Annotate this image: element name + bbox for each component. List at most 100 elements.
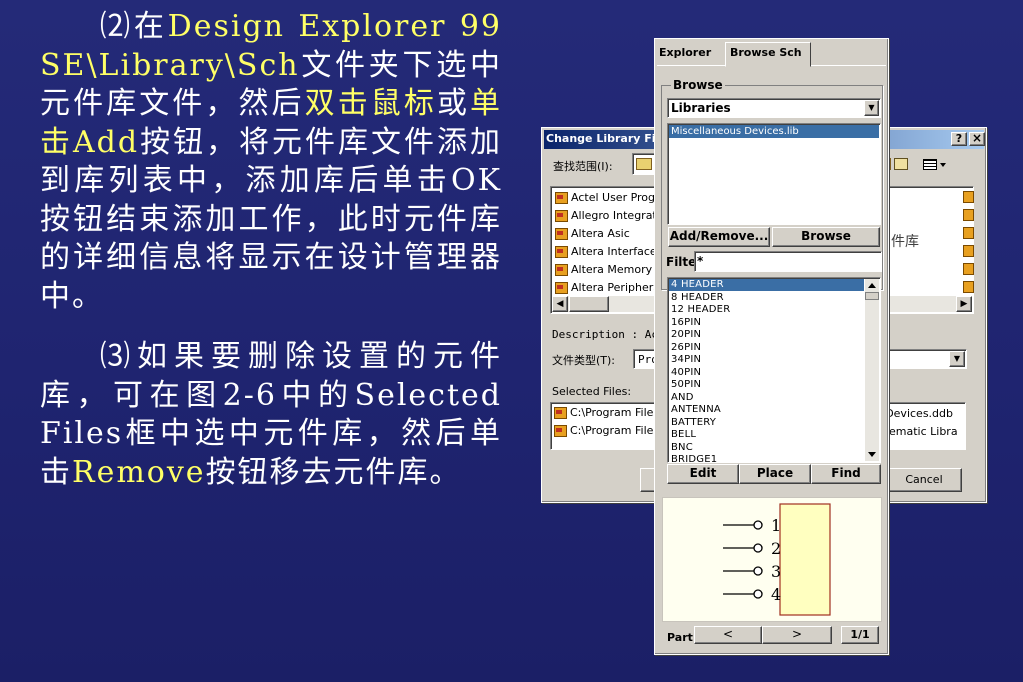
place-button[interactable]: Place bbox=[739, 464, 811, 484]
slide-text: ⑵在Design Explorer 99 SE\Library\Sch文件夹下选… bbox=[40, 8, 502, 492]
highlight-remove: Remove bbox=[72, 454, 206, 490]
selected-file-item[interactable]: C:\Program Files\ bbox=[553, 406, 663, 419]
library-icon bbox=[962, 280, 974, 293]
library-icon bbox=[554, 191, 568, 204]
view-menu-icon[interactable] bbox=[923, 159, 937, 170]
library-list-item-label: Miscellaneous Devices.lib bbox=[671, 126, 799, 137]
selected-files-label: Selected Files: bbox=[552, 385, 632, 398]
part-page-indicator: 1/1 bbox=[841, 626, 879, 644]
close-button[interactable]: × bbox=[969, 132, 985, 146]
tab-explorer[interactable]: Explorer bbox=[659, 46, 711, 59]
selected-file-path: C:\Program Files\ bbox=[570, 424, 663, 437]
component-item[interactable]: 12 HEADER bbox=[671, 304, 730, 316]
browse-select[interactable]: Libraries ▼ bbox=[667, 98, 881, 118]
library-icon bbox=[554, 227, 568, 240]
find-button[interactable]: Find bbox=[811, 464, 881, 484]
library-icon bbox=[553, 406, 567, 419]
library-icon bbox=[554, 281, 568, 294]
list-item[interactable]: Actel User Progra bbox=[554, 189, 666, 206]
view-dropdown-arrow-icon[interactable] bbox=[940, 163, 946, 167]
filter-input[interactable]: * bbox=[694, 251, 882, 272]
browse-select-value: Libraries bbox=[671, 101, 731, 115]
component-item[interactable]: BATTERY bbox=[671, 417, 716, 429]
folder-icon bbox=[636, 158, 652, 170]
filter-label: Filte bbox=[666, 255, 697, 269]
library-icon bbox=[554, 263, 568, 276]
component-list[interactable]: 4 HEADER 8 HEADER 12 HEADER 16PIN 20PIN … bbox=[667, 277, 881, 465]
pin-label: 2 bbox=[771, 539, 781, 558]
scroll-thumb[interactable] bbox=[569, 296, 609, 312]
text-run: 或 bbox=[436, 86, 471, 121]
browse-group-label: Browse bbox=[671, 78, 725, 92]
component-item[interactable]: 50PIN bbox=[671, 379, 701, 391]
pin-dot bbox=[753, 589, 763, 599]
part-label: Part bbox=[667, 631, 693, 644]
scroll-up-arrow-icon[interactable] bbox=[868, 283, 876, 288]
add-remove-label: Add/Remove... bbox=[669, 229, 769, 243]
file-type-dropdown-button[interactable]: ▼ bbox=[949, 351, 965, 367]
library-icon bbox=[962, 190, 974, 203]
list-item[interactable]: Altera Asic bbox=[554, 225, 630, 242]
tab-browse-sch[interactable]: Browse Sch bbox=[725, 42, 811, 67]
library-list-item-selected[interactable]: Miscellaneous Devices.lib bbox=[669, 125, 879, 138]
filter-value: * bbox=[697, 254, 704, 268]
component-item[interactable]: ANTENNA bbox=[671, 404, 721, 416]
description-label: Description : Act bbox=[552, 328, 665, 341]
component-item[interactable]: 26PIN bbox=[671, 342, 701, 354]
help-button[interactable]: ? bbox=[951, 132, 967, 146]
component-item[interactable]: AND bbox=[671, 392, 694, 404]
selected-file-item[interactable]: C:\Program Files\ bbox=[553, 424, 663, 437]
library-icon bbox=[554, 245, 568, 258]
component-item[interactable]: 34PIN bbox=[671, 354, 701, 366]
highlight-double-click: 双击鼠标 bbox=[304, 86, 437, 121]
right-column-label: 件库 bbox=[891, 234, 919, 250]
paragraph-remove-library: ⑶如果要删除设置的元件库，可在图2-6中的Selected Files框中选中元… bbox=[40, 338, 502, 492]
component-item[interactable]: 4 HEADER bbox=[671, 279, 724, 291]
scroll-thumb[interactable] bbox=[865, 292, 879, 300]
list-item[interactable]: Altera Peripheral bbox=[554, 279, 663, 296]
edit-button[interactable]: Edit bbox=[667, 464, 739, 484]
list-item-label: Actel User Progra bbox=[571, 191, 667, 204]
component-body bbox=[779, 503, 831, 616]
list-item[interactable]: Altera Memory bbox=[554, 261, 652, 278]
scroll-left-button[interactable]: ◀ bbox=[552, 296, 568, 312]
cancel-button[interactable]: Cancel bbox=[886, 468, 962, 492]
browse-select-dropdown-button[interactable]: ▼ bbox=[864, 100, 879, 116]
file-type-label: 文件类型(T): bbox=[552, 354, 616, 367]
look-in-label: 查找范围(I): bbox=[553, 160, 613, 173]
prev-part-button[interactable]: < bbox=[694, 626, 762, 644]
selected-file-path: C:\Program Files\ bbox=[570, 406, 663, 419]
component-item[interactable]: 16PIN bbox=[671, 317, 701, 329]
browse-button[interactable]: Browse bbox=[772, 227, 880, 247]
text-run: ⑵在 bbox=[100, 9, 168, 44]
library-list[interactable]: Miscellaneous Devices.lib bbox=[667, 123, 881, 225]
list-item-label: Altera Peripheral bbox=[571, 281, 664, 294]
component-item[interactable]: 20PIN bbox=[671, 329, 701, 341]
list-item[interactable]: Altera Interface bbox=[554, 243, 657, 260]
pin-label: 3 bbox=[771, 562, 781, 581]
component-item[interactable]: BELL bbox=[671, 429, 696, 441]
next-part-button[interactable]: > bbox=[762, 626, 832, 644]
pin-dot bbox=[753, 566, 763, 576]
component-item[interactable]: 8 HEADER bbox=[671, 292, 724, 304]
scroll-down-arrow-icon[interactable] bbox=[868, 452, 876, 457]
add-remove-button[interactable]: Add/Remove... bbox=[668, 227, 770, 247]
new-folder-icon[interactable] bbox=[894, 158, 908, 170]
pin-dot bbox=[753, 520, 763, 530]
pin-label: 1 bbox=[771, 516, 781, 535]
paragraph-add-library: ⑵在Design Explorer 99 SE\Library\Sch文件夹下选… bbox=[40, 8, 502, 316]
component-item[interactable]: 40PIN bbox=[671, 367, 701, 379]
text-run: 按钮移去元件库。 bbox=[205, 454, 462, 490]
tab-strip: Explorer Browse Sch bbox=[657, 41, 886, 67]
component-preview-graphic: 1 2 3 4 bbox=[723, 503, 831, 616]
component-vertical-scrollbar[interactable] bbox=[865, 279, 879, 461]
library-icon bbox=[553, 424, 567, 437]
scroll-right-button[interactable]: ▶ bbox=[956, 296, 972, 312]
library-icon bbox=[962, 262, 974, 275]
library-icon bbox=[554, 209, 568, 222]
component-item[interactable]: BNC bbox=[671, 442, 693, 454]
library-icon bbox=[962, 226, 974, 239]
list-item-label: Altera Interface bbox=[571, 245, 657, 258]
pin-label: 4 bbox=[771, 585, 781, 604]
component-preview: 1 2 3 4 bbox=[662, 497, 882, 622]
